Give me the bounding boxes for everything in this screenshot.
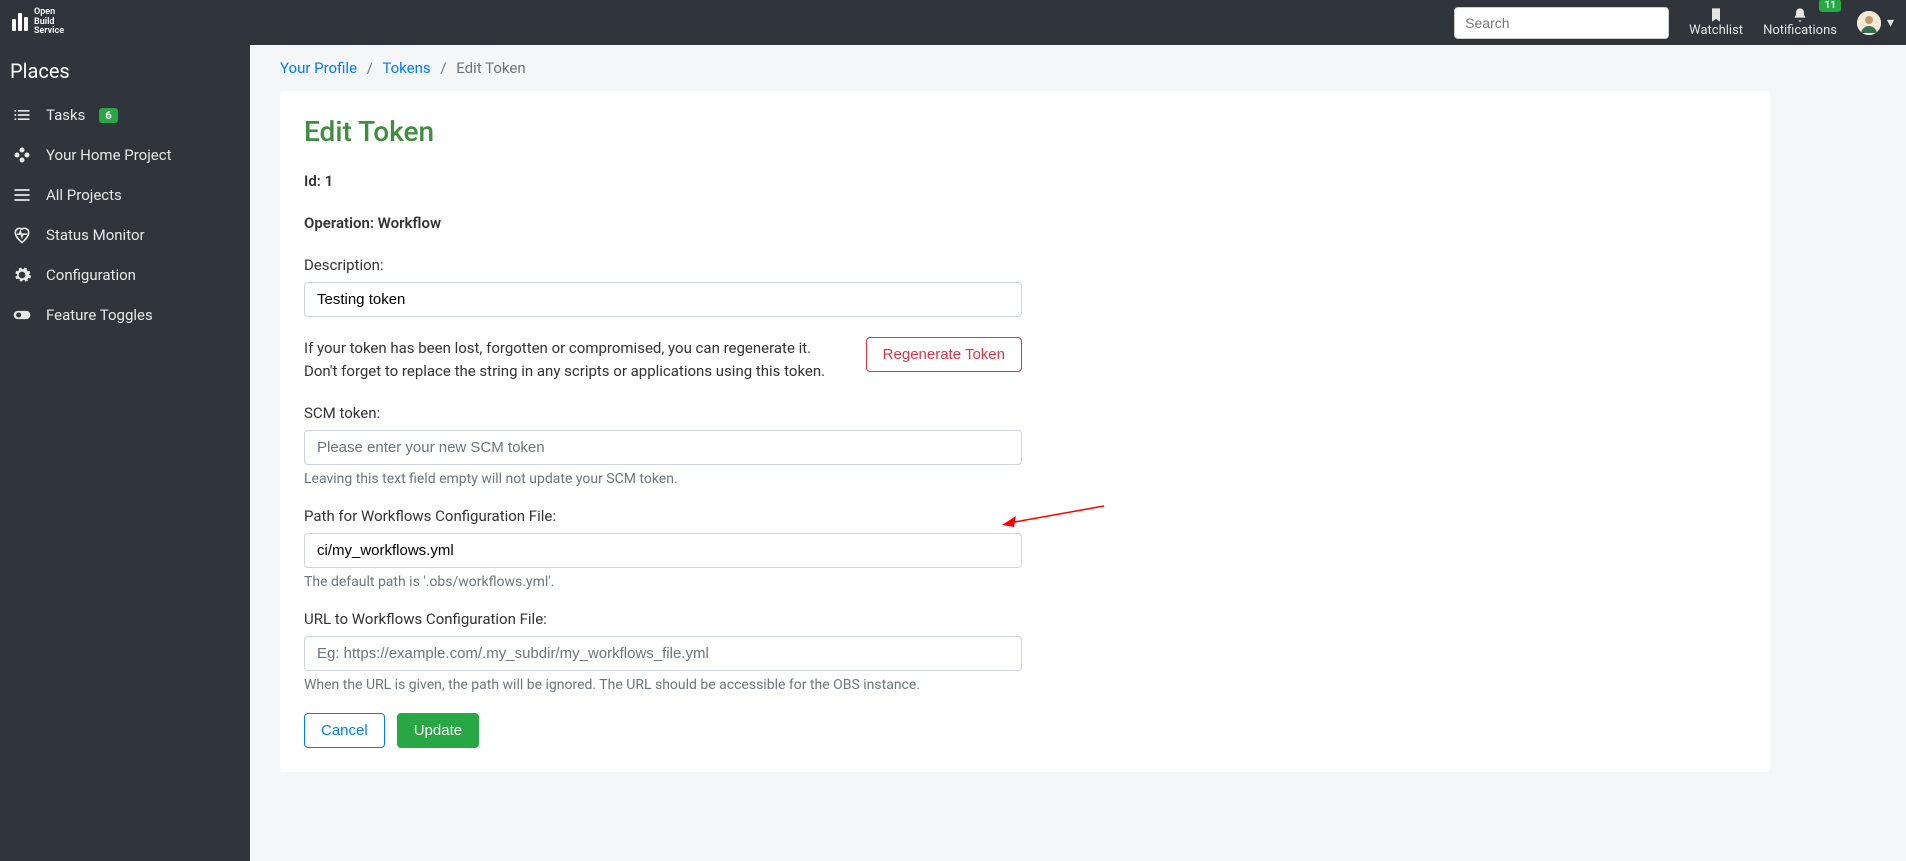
watchlist-label: Watchlist [1689,23,1743,38]
cancel-button[interactable]: Cancel [304,713,385,748]
sidebar-item-feature-toggles[interactable]: Feature Toggles [0,295,250,335]
path-help: The default path is '.obs/workflows.yml'… [304,574,1746,590]
regenerate-row: If your token has been lost, forgotten o… [304,337,1022,382]
tasks-badge: 6 [99,108,117,123]
sidebar-item-label: All Projects [46,186,122,204]
breadcrumb: Your Profile / Tokens / Edit Token [280,45,1876,91]
url-group: URL to Workflows Configuration File: Whe… [304,610,1746,693]
breadcrumb-current: Edit Token [456,59,525,77]
notifications-link[interactable]: 11 Notifications [1763,7,1837,38]
sidebar: Places Tasks 6 Your Home Project All Pro… [0,45,250,861]
notifications-label: Notifications [1763,23,1837,38]
regenerate-text: If your token has been lost, forgotten o… [304,337,846,382]
sidebar-item-home-project[interactable]: Your Home Project [0,135,250,175]
sidebar-item-label: Status Monitor [46,226,145,244]
token-operation: Operation: Workflow [304,214,1746,232]
toggle-icon [12,305,32,325]
logo-text: Open Build Service [34,8,64,38]
scm-label: SCM token: [304,404,1746,422]
token-id: Id: 1 [304,172,1746,190]
sidebar-item-configuration[interactable]: Configuration [0,255,250,295]
notifications-badge: 11 [1819,0,1840,12]
breadcrumb-sep: / [434,59,452,77]
path-group: Path for Workflows Configuration File: T… [304,507,1746,590]
watchlist-link[interactable]: Watchlist [1689,7,1743,38]
sidebar-item-label: Tasks [46,106,85,124]
path-input[interactable] [304,533,1022,568]
scm-help: Leaving this text field empty will not u… [304,471,1746,487]
caret-down-icon: ▾ [1887,15,1894,31]
scm-input[interactable] [304,430,1022,465]
regenerate-button[interactable]: Regenerate Token [866,337,1022,372]
main-content: Your Profile / Tokens / Edit Token Edit … [250,45,1906,861]
sidebar-item-label: Feature Toggles [46,306,153,324]
url-help: When the URL is given, the path will be … [304,677,1746,693]
breadcrumb-tokens[interactable]: Tokens [382,59,430,77]
sidebar-item-label: Your Home Project [46,146,172,164]
sidebar-item-tasks[interactable]: Tasks 6 [0,95,250,135]
search-input[interactable] [1454,7,1669,39]
top-right: Watchlist 11 Notifications ▾ [1454,7,1894,39]
edit-token-card: Edit Token Id: 1 Operation: Workflow Des… [280,91,1770,772]
list-icon [12,185,32,205]
url-input[interactable] [304,636,1022,671]
sidebar-item-status-monitor[interactable]: Status Monitor [0,215,250,255]
bell-icon [1792,7,1808,23]
breadcrumb-your-profile[interactable]: Your Profile [280,59,357,77]
top-nav: Open Build Service Watchlist 11 Notifica… [0,0,1906,45]
scm-group: SCM token: Leaving this text field empty… [304,404,1746,487]
breadcrumb-sep: / [361,59,379,77]
home-icon [12,145,32,165]
sidebar-item-all-projects[interactable]: All Projects [0,175,250,215]
avatar [1857,11,1881,35]
form-actions: Cancel Update [304,713,1746,748]
logo-icon [12,13,28,31]
bookmark-icon [1708,7,1724,23]
description-group: Description: [304,256,1746,317]
heartbeat-icon [12,225,32,245]
description-label: Description: [304,256,1746,274]
description-input[interactable] [304,282,1022,317]
sidebar-header: Places [0,59,250,95]
sidebar-item-label: Configuration [46,266,136,284]
tasks-icon [12,105,32,125]
gear-icon [12,265,32,285]
url-label: URL to Workflows Configuration File: [304,610,1746,628]
path-label: Path for Workflows Configuration File: [304,507,1746,525]
update-button[interactable]: Update [397,713,479,748]
page-title: Edit Token [304,115,1746,148]
logo[interactable]: Open Build Service [12,8,64,38]
user-menu[interactable]: ▾ [1857,11,1894,35]
